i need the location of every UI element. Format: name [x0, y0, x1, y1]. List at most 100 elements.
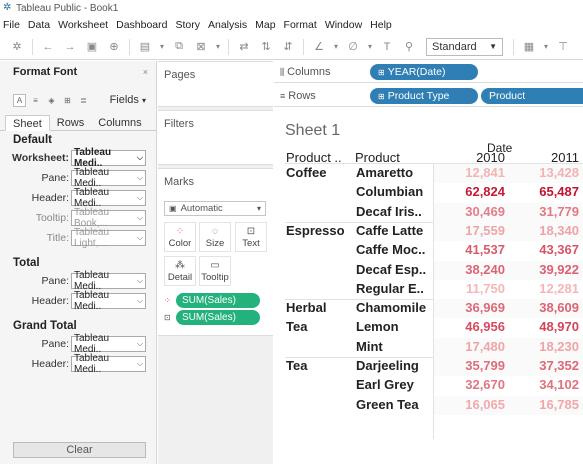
sales-value-cell[interactable]: 36,969: [464, 300, 505, 315]
redo-icon[interactable]: →: [59, 37, 81, 57]
highlight-icon[interactable]: ∠: [308, 37, 330, 57]
sales-value-cell[interactable]: 62,824: [464, 184, 505, 199]
sales-value-cell[interactable]: 17,559: [464, 223, 505, 238]
product-cell[interactable]: Decaf Esp..: [356, 262, 426, 277]
product-cell[interactable]: Decaf Iris..: [356, 204, 422, 219]
tab-sheet[interactable]: Sheet: [5, 115, 50, 131]
sales-value-cell[interactable]: 41,537: [464, 242, 505, 257]
mark-type-select[interactable]: ▣ Automatic ▾: [164, 201, 266, 216]
undo-icon[interactable]: ←: [37, 37, 59, 57]
product-type-cell-line2[interactable]: Tea: [286, 319, 307, 334]
font-icon[interactable]: A: [13, 93, 26, 107]
sales-value-cell[interactable]: 38,609: [536, 300, 579, 315]
sales-value-cell[interactable]: 43,367: [536, 242, 579, 257]
chevron-down-icon[interactable]: ▾: [364, 37, 376, 57]
filters-card[interactable]: Filters: [158, 110, 273, 165]
sales-value-cell[interactable]: 34,102: [536, 377, 579, 392]
sort-descending-icon[interactable]: ⇵: [277, 37, 299, 57]
sales-value-cell[interactable]: 65,487: [536, 184, 579, 199]
sales-value-cell[interactable]: 11,750: [464, 281, 505, 296]
tooltip-button[interactable]: ▭ Tooltip: [199, 256, 231, 286]
add-datasource-icon[interactable]: ⊕: [103, 37, 125, 57]
pane-font-select[interactable]: Tableau Medi.. ⌵: [71, 167, 146, 189]
alignment-icon[interactable]: ≡: [29, 94, 42, 107]
sales-value-cell[interactable]: 30,469: [464, 204, 505, 219]
sales-value-cell[interactable]: 12,841: [464, 165, 505, 180]
product-type-cell[interactable]: Tea: [286, 358, 307, 373]
fields-dropdown[interactable]: Fields ▾: [110, 94, 146, 106]
sales-value-cell[interactable]: 46,956: [464, 319, 505, 334]
sales-value-cell[interactable]: 39,922: [536, 262, 579, 277]
product-cell[interactable]: Columbian: [356, 184, 423, 199]
menu-worksheet[interactable]: Worksheet: [58, 19, 108, 31]
sum-sales-text-pill[interactable]: SUM(Sales): [176, 310, 260, 325]
product-cell[interactable]: Darjeeling: [356, 358, 419, 373]
product-cell[interactable]: Caffe Latte: [356, 223, 423, 238]
save-icon[interactable]: ▣: [81, 37, 103, 57]
chevron-down-icon[interactable]: ▾: [330, 37, 342, 57]
sales-value-cell[interactable]: 18,340: [536, 223, 579, 238]
tab-columns[interactable]: Columns: [91, 115, 148, 130]
menu-help[interactable]: Help: [370, 19, 392, 31]
product-cell[interactable]: Amaretto: [356, 165, 413, 180]
color-button[interactable]: ⁘ Color: [164, 222, 196, 252]
new-worksheet-icon[interactable]: ▤: [134, 37, 156, 57]
clear-button[interactable]: Clear: [13, 442, 146, 458]
chevron-down-icon[interactable]: ▾: [212, 37, 224, 57]
sales-value-cell[interactable]: 48,970: [536, 319, 579, 334]
chevron-down-icon[interactable]: ▾: [156, 37, 168, 57]
show-cards-icon[interactable]: ▦: [518, 37, 540, 57]
product-type-cell[interactable]: Herbal: [286, 300, 326, 315]
sales-value-cell[interactable]: 17,480: [464, 339, 505, 354]
sales-value-cell[interactable]: 35,799: [464, 358, 505, 373]
pin-icon[interactable]: ⚲: [398, 37, 420, 57]
total-header-select[interactable]: Tableau Medi.. ⌵: [71, 290, 146, 312]
menu-dashboard[interactable]: Dashboard: [116, 19, 167, 31]
sort-ascending-icon[interactable]: ⇅: [255, 37, 277, 57]
product-cell[interactable]: Green Tea: [356, 397, 419, 412]
detail-button[interactable]: ⁂ Detail: [164, 256, 196, 286]
product-type-cell[interactable]: Coffee: [286, 165, 326, 180]
menu-window[interactable]: Window: [325, 19, 362, 31]
sales-value-cell[interactable]: 16,065: [464, 397, 505, 412]
duplicate-sheet-icon[interactable]: ⧉: [168, 37, 190, 57]
tooltip-font-select[interactable]: Tableau Book,... ⌵: [71, 207, 146, 229]
sales-value-cell[interactable]: 38,240: [464, 262, 505, 277]
columns-shelf[interactable]: ⫼ Columns ⊞ YEAR(Date): [274, 61, 583, 83]
chevron-down-icon[interactable]: ▾: [540, 37, 552, 57]
product-cell[interactable]: Regular E..: [356, 281, 424, 296]
tab-rows[interactable]: Rows: [50, 115, 92, 130]
paint-icon[interactable]: ◈: [45, 94, 58, 107]
menu-file[interactable]: File: [3, 19, 20, 31]
clear-sheet-icon[interactable]: ⊠: [190, 37, 212, 57]
menu-data[interactable]: Data: [28, 19, 50, 31]
pages-card[interactable]: Pages: [158, 61, 273, 107]
swap-rows-columns-icon[interactable]: ⇄: [233, 37, 255, 57]
sales-value-cell[interactable]: 32,670: [464, 377, 505, 392]
total-pane-select[interactable]: Tableau Medi.. ⌵: [71, 270, 146, 292]
rows-shelf[interactable]: ≡ Rows ⊞ Product Type Product: [274, 85, 583, 107]
sum-sales-color-pill[interactable]: SUM(Sales): [176, 293, 260, 308]
product-cell[interactable]: Caffe Moc..: [356, 242, 425, 257]
sales-value-cell[interactable]: 31,779: [536, 204, 579, 219]
text-button[interactable]: ⊡ Text: [235, 222, 267, 252]
sales-value-cell[interactable]: 12,281: [536, 281, 579, 296]
product-cell[interactable]: Lemon: [356, 319, 399, 334]
sales-value-cell[interactable]: 16,785: [536, 397, 579, 412]
close-icon[interactable]: ×: [143, 67, 148, 77]
product-type-cell[interactable]: Espresso: [286, 223, 345, 238]
year-date-pill[interactable]: ⊞ YEAR(Date): [370, 64, 478, 80]
worksheet-font-select[interactable]: Tableau Medi.. ⌵: [71, 147, 146, 169]
header-font-select[interactable]: Tableau Medi.. ⌵: [71, 187, 146, 209]
tableau-icon[interactable]: ✲: [6, 37, 28, 57]
product-cell[interactable]: Earl Grey: [356, 377, 414, 392]
menu-story[interactable]: Story: [175, 19, 200, 31]
borders-icon[interactable]: ⊞: [61, 94, 74, 107]
product-pill[interactable]: Product: [481, 88, 583, 104]
group-icon[interactable]: ∅: [342, 37, 364, 57]
menu-map[interactable]: Map: [255, 19, 275, 31]
fit-select[interactable]: Standard ▼: [426, 37, 503, 56]
grand-total-pane-select[interactable]: Tableau Medi.. ⌵: [71, 333, 146, 355]
grand-total-header-select[interactable]: Tableau Medi.. ⌵: [71, 353, 146, 375]
presentation-icon[interactable]: ⊤: [552, 37, 574, 57]
